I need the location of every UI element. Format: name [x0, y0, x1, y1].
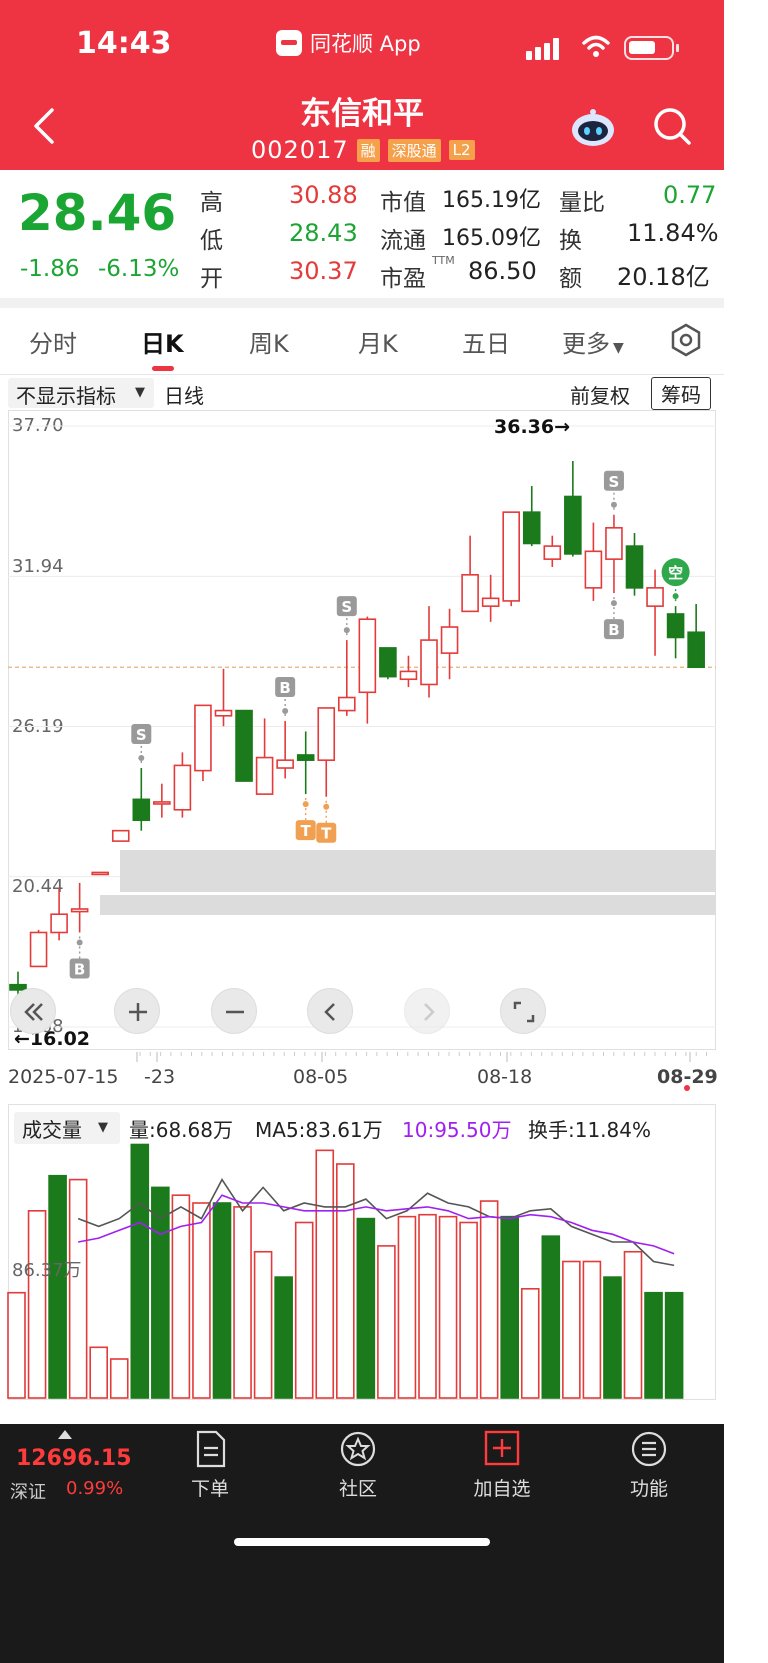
volume-bar: [294, 1221, 314, 1399]
volume-bar: [418, 1213, 437, 1399]
home-indicator: [234, 1538, 490, 1546]
volume-bar: [27, 1210, 47, 1399]
volume-bar: [335, 1163, 355, 1399]
volume-bar: [109, 1358, 129, 1399]
nav-functions-label: 功能: [629, 1478, 668, 1500]
volume-bar: [623, 1250, 643, 1399]
volume-bar: [541, 1235, 561, 1399]
volume-bar: [459, 1221, 478, 1399]
volume-bar: [520, 1288, 540, 1399]
volume-bar: [192, 1202, 211, 1399]
index-value[interactable]: 12696.15: [16, 1446, 132, 1471]
volume-bar: [89, 1346, 108, 1399]
ma5-readout: MA5:83.61万: [255, 1118, 383, 1142]
volume-chart[interactable]: [0, 0, 724, 1424]
nav-community[interactable]: 社区: [316, 1430, 400, 1510]
volume-bar: [603, 1276, 622, 1399]
nav-community-label: 社区: [338, 1478, 377, 1500]
volume-bar: [7, 1291, 26, 1399]
volume-bar: [212, 1202, 232, 1399]
nav-add-watchlist[interactable]: 加自选: [460, 1430, 544, 1510]
volume-indicator-select[interactable]: 成交量 ▼: [14, 1112, 120, 1144]
index-change: 0.99%: [66, 1478, 124, 1499]
volume-bar: [438, 1215, 458, 1399]
volume-bar: [479, 1200, 499, 1399]
volume-bar: [274, 1276, 293, 1399]
turnover-readout: 换手:11.84%: [528, 1118, 651, 1142]
volume-bar: [500, 1215, 520, 1399]
volume-bar: [644, 1291, 663, 1399]
volume-bar: [377, 1245, 396, 1399]
order-doc-icon: [196, 1430, 226, 1468]
dropdown-icon: ▼: [98, 1120, 108, 1135]
volume-readout: 量:68.68万: [129, 1118, 233, 1142]
page: 14:43 同花顺 App 东信和平 002017 融 深股通 L2 28.46…: [0, 0, 768, 1663]
volume-y-label: 86.37万: [12, 1260, 82, 1281]
volume-bar: [130, 1143, 150, 1399]
volume-bar: [397, 1215, 417, 1399]
nav-order-label: 下单: [190, 1478, 229, 1500]
ma10-readout: 10:95.50万: [402, 1118, 512, 1142]
volume-bar: [253, 1250, 273, 1399]
volume-bar: [48, 1174, 67, 1399]
volume-bar: [233, 1206, 252, 1399]
volume-bar: [664, 1291, 684, 1399]
collapse-up-icon[interactable]: [58, 1430, 72, 1439]
menu-circle-icon: [631, 1431, 667, 1467]
nav-functions[interactable]: 功能: [607, 1430, 691, 1510]
volume-bar: [68, 1178, 88, 1399]
index-name: 深证: [10, 1482, 46, 1503]
nav-order[interactable]: 下单: [168, 1430, 252, 1510]
volume-bar: [582, 1260, 602, 1399]
volume-bar: [315, 1149, 335, 1399]
nav-add-watchlist-label: 加自选: [473, 1478, 531, 1500]
app-screen: 14:43 同花顺 App 东信和平 002017 融 深股通 L2 28.46…: [0, 0, 724, 1663]
community-star-icon: [340, 1431, 376, 1467]
volume-indicator-label: 成交量: [22, 1118, 82, 1142]
volume-bar: [562, 1260, 581, 1399]
volume-bar: [356, 1217, 376, 1399]
add-square-icon: [484, 1430, 520, 1466]
